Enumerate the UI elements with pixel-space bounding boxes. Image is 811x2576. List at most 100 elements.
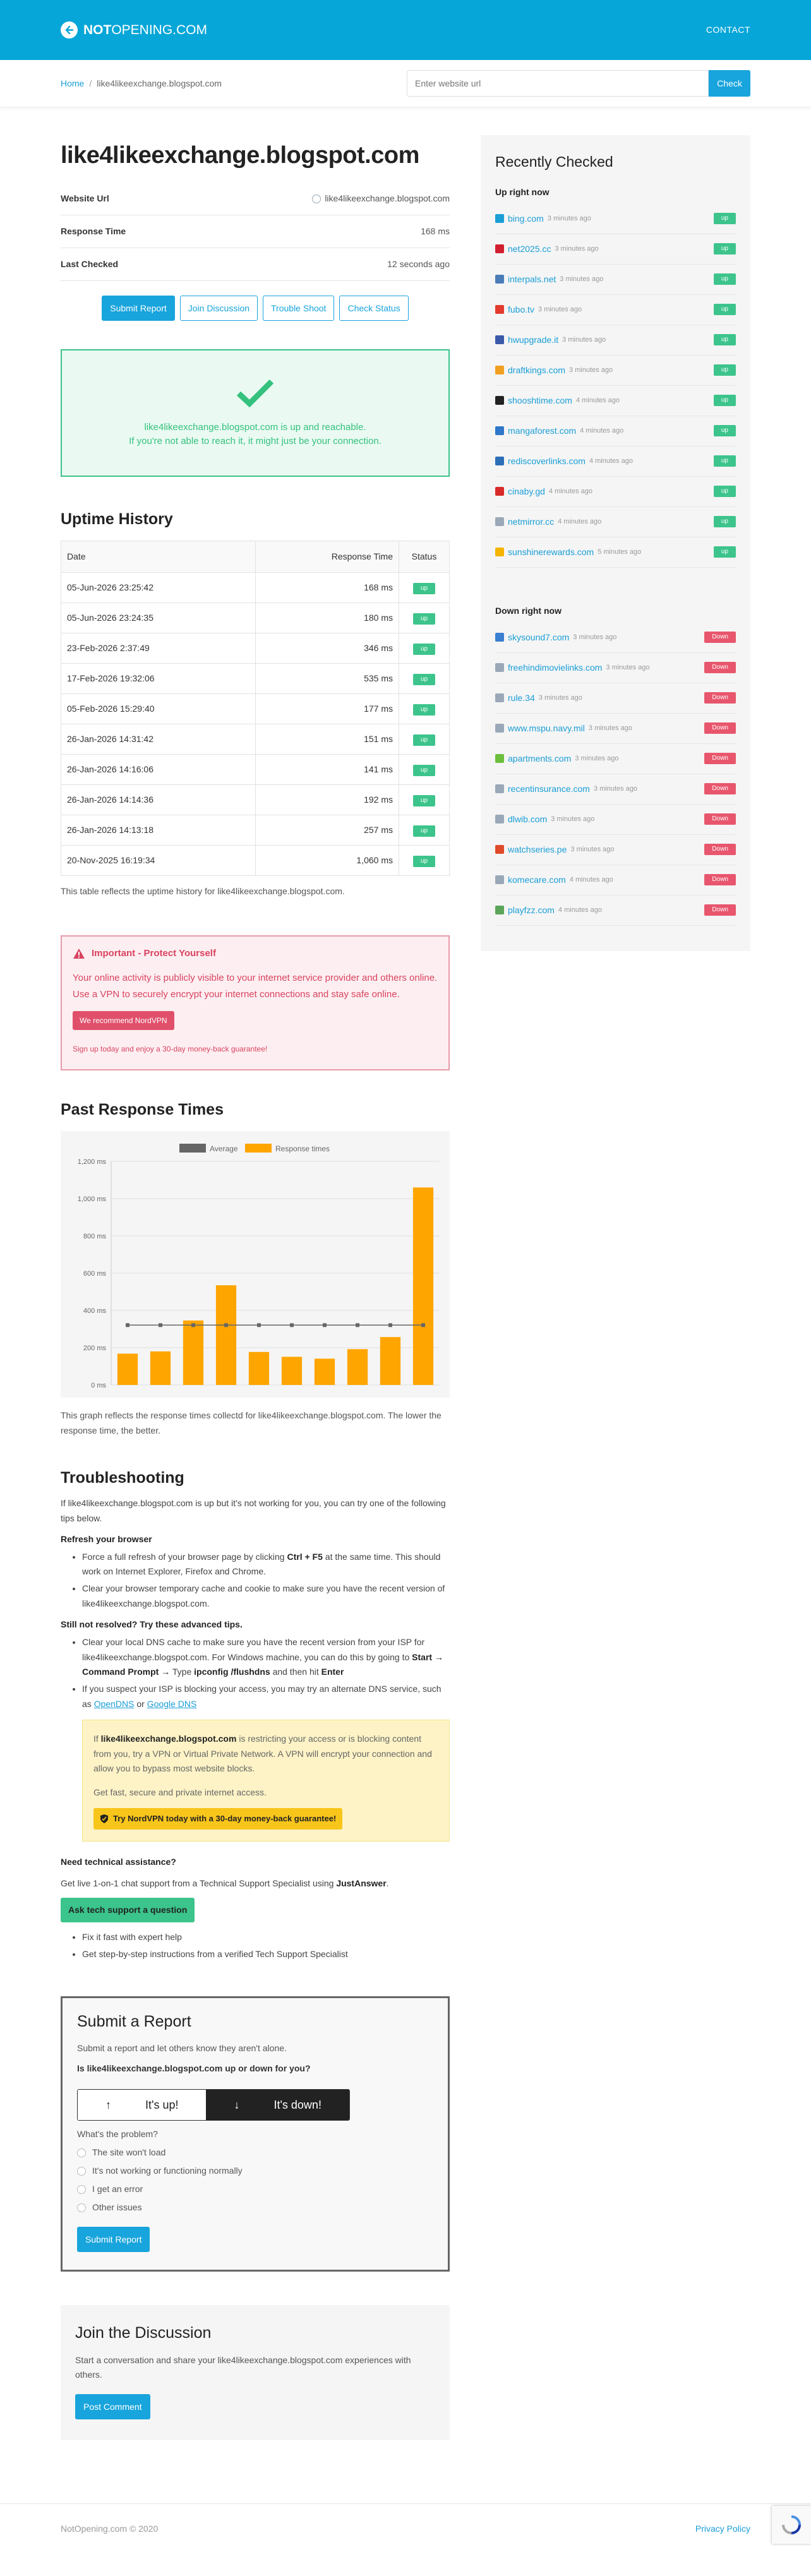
vpn-callout: If like4likeexchange.blogspot.com is res…: [82, 1719, 450, 1842]
recent-site-link[interactable]: apartments.com: [508, 752, 571, 765]
problem-option[interactable]: The site won't load: [77, 2146, 433, 2159]
its-up-button[interactable]: ↑ It's up!: [78, 2090, 207, 2121]
site-favicon-icon: [495, 457, 504, 465]
radio-button[interactable]: [77, 2203, 86, 2212]
recent-site-link[interactable]: recentinsurance.com: [508, 782, 590, 796]
recent-site-link[interactable]: bing.com: [508, 212, 544, 225]
problem-option[interactable]: Other issues: [77, 2201, 433, 2214]
trouble-shoot-button[interactable]: Trouble Shoot: [263, 296, 335, 321]
recent-site-row: fubo.tv 3 minutes ago up: [495, 295, 736, 325]
recent-site-link[interactable]: skysound7.com: [508, 631, 569, 644]
site-favicon-icon: [495, 366, 504, 374]
recent-site-link[interactable]: netmirror.cc: [508, 515, 554, 529]
search-input[interactable]: [407, 70, 709, 97]
recent-site-link[interactable]: draftkings.com: [508, 364, 565, 377]
checked-ago: 3 minutes ago: [606, 663, 650, 671]
recent-site-link[interactable]: freehindimovielinks.com: [508, 661, 602, 674]
status-badge: Down: [704, 722, 736, 734]
info-label: Response Time: [61, 226, 126, 236]
status-badge: up: [412, 825, 436, 837]
y-tick-label: 1,200 ms: [78, 1158, 107, 1166]
checked-ago: 3 minutes ago: [551, 815, 595, 823]
row-date: 23-Feb-2026 2:37:49: [60, 632, 256, 664]
troubleshooting-title: Troubleshooting: [61, 1468, 184, 1487]
row-date: 05-Jun-2026 23:25:42: [60, 572, 256, 603]
join-discussion-button[interactable]: Join Discussion: [179, 296, 258, 321]
try-nordvpn-button[interactable]: Try NordVPN today with a 30-day money-ba…: [93, 1808, 343, 1830]
radio-button[interactable]: [77, 2148, 86, 2157]
discussion-title: Join the Discussion: [75, 2324, 212, 2342]
recent-site-row: mangaforest.com 4 minutes ago up: [495, 416, 736, 446]
recent-site-link[interactable]: playfzz.com: [508, 904, 555, 917]
google-dns-link[interactable]: Google DNS: [147, 1699, 197, 1709]
table-row: 20-Nov-2025 16:19:34 1,060 ms up: [60, 844, 450, 876]
breadcrumb-home[interactable]: Home: [61, 78, 84, 88]
footer: NotOpening.com © 2020 Privacy Policy: [0, 2503, 811, 2554]
contact-link[interactable]: CONTACT: [706, 23, 750, 37]
warning-title: Important - Protect Yourself: [92, 947, 216, 959]
assist-item: Get step-by-step instructions from a ver…: [82, 1947, 450, 1962]
site-favicon-icon: [495, 335, 504, 344]
opendns-link[interactable]: OpenDNS: [94, 1699, 135, 1709]
submit-report-button[interactable]: Submit Report: [102, 296, 175, 321]
report-submit-button[interactable]: Submit Report: [77, 2227, 150, 2253]
recent-site-link[interactable]: rule.34: [508, 692, 535, 705]
table-row: 26-Jan-2026 14:31:42 151 ms up: [60, 723, 450, 755]
nordvpn-button[interactable]: We recommend NordVPN: [73, 1011, 174, 1030]
site-favicon-icon: [495, 633, 504, 642]
recent-site-row: www.mspu.navy.mil 3 minutes ago Down: [495, 714, 736, 744]
recent-site-link[interactable]: shooshtime.com: [508, 394, 572, 407]
recent-site-row: bing.com 3 minutes ago up: [495, 204, 736, 234]
privacy-policy-link[interactable]: Privacy Policy: [695, 2522, 750, 2536]
up-down-toggle: ↑ It's up! ↓ It's down!: [77, 2089, 350, 2121]
assist-title: Need technical assistance?: [61, 1857, 176, 1867]
arrow-down-icon: ↓: [234, 2098, 240, 2111]
check-status-button[interactable]: Check Status: [339, 296, 409, 321]
post-comment-button[interactable]: Post Comment: [75, 2394, 150, 2420]
search-form: Check: [407, 70, 750, 97]
recent-site-link[interactable]: interpals.net: [508, 273, 556, 286]
ask-tech-support-button[interactable]: Ask tech support a question: [61, 1897, 195, 1922]
top-navbar: NOTOPENING.COM CONTACT: [0, 0, 811, 60]
row-response-time: 257 ms: [255, 814, 399, 846]
its-down-button[interactable]: ↓ It's down!: [206, 2090, 349, 2121]
recent-site-link[interactable]: sunshinerewards.com: [508, 546, 594, 559]
check-button[interactable]: Check: [709, 70, 750, 97]
recent-site-link[interactable]: www.mspu.navy.mil: [508, 722, 585, 735]
problem-option[interactable]: I get an error: [77, 2183, 433, 2196]
recent-site-row: watchseries.pe 3 minutes ago Down: [495, 835, 736, 865]
recent-site-link[interactable]: watchseries.pe: [508, 843, 567, 856]
checked-ago: 3 minutes ago: [538, 305, 582, 313]
checked-ago: 3 minutes ago: [562, 335, 606, 344]
page-title: like4likeexchange.blogspot.com: [61, 142, 419, 169]
status-badge: up: [713, 273, 736, 285]
checked-ago: 3 minutes ago: [570, 845, 615, 853]
recent-site-link[interactable]: mangaforest.com: [508, 424, 576, 438]
tip-item: Force a full refresh of your browser pag…: [82, 1550, 450, 1580]
recent-site-link[interactable]: hwupgrade.it: [508, 333, 558, 347]
status-badge: up: [713, 516, 736, 527]
y-tick-label: 0 ms: [91, 1382, 106, 1389]
average-point: [356, 1323, 359, 1327]
logo[interactable]: NOTOPENING.COM: [61, 20, 207, 40]
row-response-time: 168 ms: [255, 572, 399, 603]
row-date: 26-Jan-2026 14:31:42: [60, 723, 256, 755]
radio-button[interactable]: [77, 2166, 86, 2176]
status-badge: up: [412, 856, 436, 867]
arrow-up-icon: ↑: [105, 2098, 111, 2111]
recent-site-link[interactable]: dlwib.com: [508, 813, 547, 826]
recent-site-link[interactable]: rediscoverlinks.com: [508, 455, 586, 468]
problem-option[interactable]: It's not working or functioning normally: [77, 2164, 433, 2178]
recent-site-link[interactable]: net2025.cc: [508, 243, 551, 256]
recent-site-row: skysound7.com 3 minutes ago Down: [495, 623, 736, 653]
radio-button[interactable]: [77, 2184, 86, 2194]
site-favicon-icon: [495, 426, 504, 435]
bar: [183, 1320, 204, 1385]
recent-site-link[interactable]: fubo.tv: [508, 303, 534, 316]
recaptcha-badge[interactable]: [772, 2506, 811, 2544]
recent-site-link[interactable]: cinaby.gd: [508, 485, 545, 498]
average-point: [126, 1323, 129, 1327]
status-badge: Down: [704, 813, 736, 825]
row-date: 26-Jan-2026 14:16:06: [60, 753, 256, 785]
recent-site-link[interactable]: komecare.com: [508, 873, 566, 887]
